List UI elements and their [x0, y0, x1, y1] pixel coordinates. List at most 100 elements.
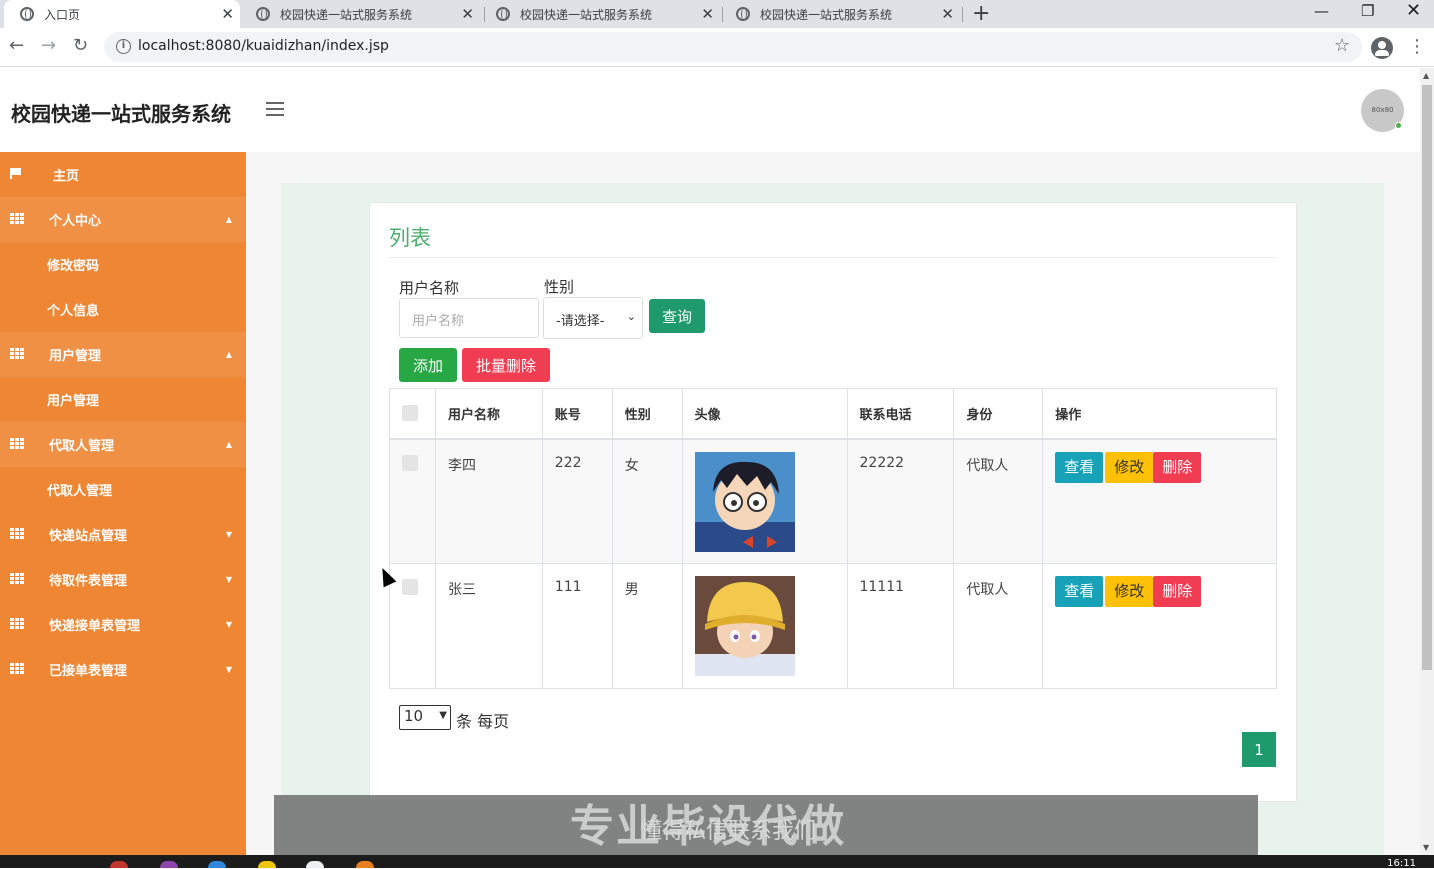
- sidebar-item-accepted-order-management[interactable]: 已接单表管理 ▼: [0, 647, 246, 692]
- delete-button[interactable]: 删除: [1153, 576, 1202, 607]
- bookmark-star-icon[interactable]: ☆: [1334, 35, 1350, 56]
- column-header: 性别: [611, 388, 683, 440]
- grid-icon: [10, 213, 24, 224]
- gender-select-value: -请选择-: [556, 314, 605, 329]
- cell-actions: 查看 修改 删除: [1042, 563, 1277, 689]
- sidebar-item-pickup-management[interactable]: 待取件表管理 ▼: [0, 557, 246, 602]
- browser-tab-active[interactable]: 入口页 ✕: [4, 0, 240, 28]
- cell-role: 代取人: [953, 438, 1044, 564]
- browser-tab[interactable]: 校园快递一站式服务系统 ✕: [240, 0, 480, 28]
- grid-icon: [10, 528, 24, 539]
- close-icon[interactable]: ✕: [221, 5, 234, 23]
- delete-button[interactable]: 删除: [1153, 451, 1202, 483]
- profile-icon[interactable]: [1371, 37, 1393, 59]
- edit-button[interactable]: 修改: [1105, 451, 1154, 483]
- view-button[interactable]: 查看: [1055, 576, 1104, 607]
- close-icon[interactable]: ✕: [461, 5, 474, 23]
- restore-icon[interactable]: ❐: [1361, 2, 1374, 20]
- back-icon[interactable]: ←: [9, 35, 24, 56]
- gender-select[interactable]: -请选择- ⌄: [543, 297, 643, 339]
- app-title: 校园快递一站式服务系统: [11, 102, 231, 126]
- sidebar-item-user-management-sub[interactable]: 用户管理: [0, 377, 246, 422]
- batch-delete-button[interactable]: 批量删除: [462, 348, 550, 382]
- forward-icon[interactable]: →: [41, 35, 56, 56]
- new-tab-icon[interactable]: +: [972, 1, 990, 26]
- taskbar-app-icon[interactable]: [208, 861, 226, 868]
- sidebar-item-personal-center[interactable]: 个人中心 ▲: [0, 197, 246, 242]
- menu-kebab-icon[interactable]: ⋮: [1408, 36, 1426, 57]
- cell-account: 111: [541, 563, 613, 689]
- sidebar-item-user-management[interactable]: 用户管理 ▲: [0, 332, 246, 377]
- divider: [389, 257, 1277, 258]
- os-taskbar: 16:11: [0, 855, 1434, 869]
- select-all-checkbox[interactable]: [402, 405, 418, 422]
- grid-icon: [10, 618, 24, 629]
- cell-avatar: [681, 438, 848, 564]
- globe-icon: [496, 7, 510, 21]
- edit-button[interactable]: 修改: [1105, 576, 1154, 607]
- header-select-all[interactable]: [389, 388, 436, 440]
- sidebar-item-courier-management-sub[interactable]: 代取人管理: [0, 467, 246, 512]
- table-row: 张三 111 男 11111 代取人 查看 修改 删除: [389, 563, 1277, 689]
- minimize-icon[interactable]: —: [1314, 2, 1329, 20]
- cell-username: 李四: [434, 438, 543, 564]
- sidebar-item-label: 主页: [53, 169, 80, 184]
- page-scrollbar[interactable]: ▲ ▼: [1420, 68, 1434, 855]
- taskbar-app-icon[interactable]: [160, 861, 178, 868]
- browser-tab-strip: 入口页 ✕ 校园快递一站式服务系统 ✕ 校园快递一站式服务系统 ✕ 校园快递一站…: [0, 0, 1434, 28]
- taskbar-app-icon[interactable]: [306, 861, 324, 868]
- taskbar-app-icon[interactable]: [258, 861, 276, 868]
- sidebar-item-label: 个人信息: [47, 304, 100, 319]
- add-button[interactable]: 添加: [399, 348, 457, 382]
- row-checkbox[interactable]: [402, 579, 418, 595]
- sidebar-item-personal-info[interactable]: 个人信息: [0, 287, 246, 332]
- scrollbar-thumb[interactable]: [1422, 85, 1432, 670]
- cell-role: 代取人: [953, 563, 1044, 689]
- globe-icon: [736, 7, 750, 21]
- sidebar-item-change-password[interactable]: 修改密码: [0, 242, 246, 287]
- cell-username: 张三: [434, 563, 543, 689]
- address-bar[interactable]: i localhost:8080/kuaidizhan/index.jsp ☆: [104, 32, 1362, 62]
- sidebar-item-home[interactable]: 主页: [0, 152, 246, 197]
- view-button[interactable]: 查看: [1055, 451, 1104, 483]
- cell-phone: 11111: [846, 563, 955, 689]
- browser-toolbar: ← → ↻ i localhost:8080/kuaidizhan/index.…: [0, 28, 1434, 67]
- sidebar-item-label: 待取件表管理: [49, 574, 128, 589]
- caret-down-icon: ▼: [225, 575, 232, 584]
- grid-icon: [10, 663, 24, 674]
- sidebar-item-station-management[interactable]: 快递站点管理 ▼: [0, 512, 246, 557]
- url-text: localhost:8080/kuaidizhan/index.jsp: [138, 38, 389, 54]
- taskbar-app-icon[interactable]: [356, 861, 374, 868]
- sidebar-item-label: 已接单表管理: [49, 664, 128, 679]
- cell-avatar: [681, 563, 848, 689]
- browser-tab[interactable]: 校园快递一站式服务系统 ✕: [720, 0, 960, 28]
- query-button[interactable]: 查询: [649, 299, 705, 333]
- info-icon[interactable]: i: [116, 39, 131, 54]
- browser-tab[interactable]: 校园快递一站式服务系统 ✕: [480, 0, 720, 28]
- hamburger-menu-icon[interactable]: [266, 102, 284, 116]
- close-icon[interactable]: ✕: [941, 5, 954, 23]
- globe-icon: [20, 7, 34, 21]
- sidebar-item-courier-management[interactable]: 代取人管理 ▲: [0, 422, 246, 467]
- sidebar-item-order-management[interactable]: 快递接单表管理 ▼: [0, 602, 246, 647]
- reload-icon[interactable]: ↻: [73, 35, 88, 56]
- cell-gender: 女: [611, 438, 683, 564]
- window-close-icon[interactable]: ✕: [1406, 0, 1421, 21]
- avatar[interactable]: 80x80: [1361, 89, 1404, 132]
- close-icon[interactable]: ✕: [701, 5, 714, 23]
- per-page-text: 条 每页: [456, 712, 510, 731]
- sidebar-item-label: 代取人管理: [47, 484, 113, 499]
- tab-title: 校园快递一站式服务系统: [520, 7, 653, 22]
- taskbar-app-icon[interactable]: [110, 861, 128, 868]
- column-header: 用户名称: [434, 388, 543, 440]
- column-header: 联系电话: [846, 388, 955, 440]
- caret-up-icon: ▲: [225, 440, 232, 449]
- page-size-select[interactable]: 10 ▼: [399, 705, 451, 730]
- scroll-up-icon[interactable]: ▲: [1423, 71, 1429, 80]
- username-search-input[interactable]: 用户名称: [399, 298, 539, 338]
- scroll-down-icon[interactable]: ▼: [1423, 843, 1429, 852]
- row-checkbox[interactable]: [402, 454, 418, 471]
- page-button-current[interactable]: 1: [1242, 732, 1276, 767]
- sidebar-item-label: 代取人管理: [49, 439, 115, 454]
- tab-title: 校园快递一站式服务系统: [760, 7, 893, 22]
